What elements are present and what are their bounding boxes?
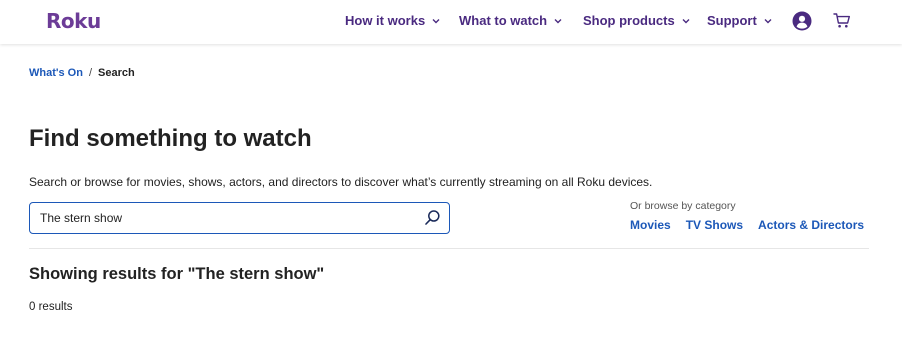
search-box	[29, 202, 450, 234]
nav-what-to-watch[interactable]: What to watch	[459, 13, 563, 28]
browse-link-tv-shows[interactable]: TV Shows	[686, 218, 743, 232]
divider	[29, 248, 869, 249]
nav-how-it-works[interactable]: How it works	[345, 13, 441, 28]
browse-link-movies[interactable]: Movies	[630, 218, 671, 232]
breadcrumb-link-whats-on[interactable]: What's On	[29, 67, 83, 79]
user-circle-icon[interactable]	[792, 11, 812, 31]
page-title: Find something to watch	[29, 125, 312, 152]
browse-links: Movies TV Shows Actors & Directors	[630, 218, 864, 232]
chevron-down-icon	[553, 16, 563, 26]
breadcrumb-current: Search	[98, 67, 135, 79]
cart-icon[interactable]	[833, 12, 851, 29]
chevron-down-icon	[431, 16, 441, 26]
nav-shop-products[interactable]: Shop products	[583, 13, 691, 28]
chevron-down-icon	[681, 16, 691, 26]
roku-logo[interactable]: Roku	[46, 9, 101, 33]
site-header: Roku How it works What to watch Shop pro…	[0, 0, 902, 44]
search-input[interactable]	[40, 203, 420, 232]
nav-label: How it works	[345, 13, 426, 28]
breadcrumb-separator: /	[88, 67, 93, 79]
browse-link-actors-directors[interactable]: Actors & Directors	[758, 218, 864, 232]
browse-label: Or browse by category	[630, 200, 736, 212]
nav-label: What to watch	[459, 13, 548, 28]
intro-text: Search or browse for movies, shows, acto…	[29, 175, 653, 189]
breadcrumb: What's On / Search	[29, 67, 135, 79]
nav-support[interactable]: Support	[707, 13, 773, 28]
search-icon[interactable]	[424, 209, 441, 226]
nav-label: Support	[707, 13, 757, 28]
results-heading: Showing results for "The stern show"	[29, 265, 325, 283]
nav-label: Shop products	[583, 13, 675, 28]
results-count: 0 results	[29, 301, 73, 313]
chevron-down-icon	[763, 16, 773, 26]
